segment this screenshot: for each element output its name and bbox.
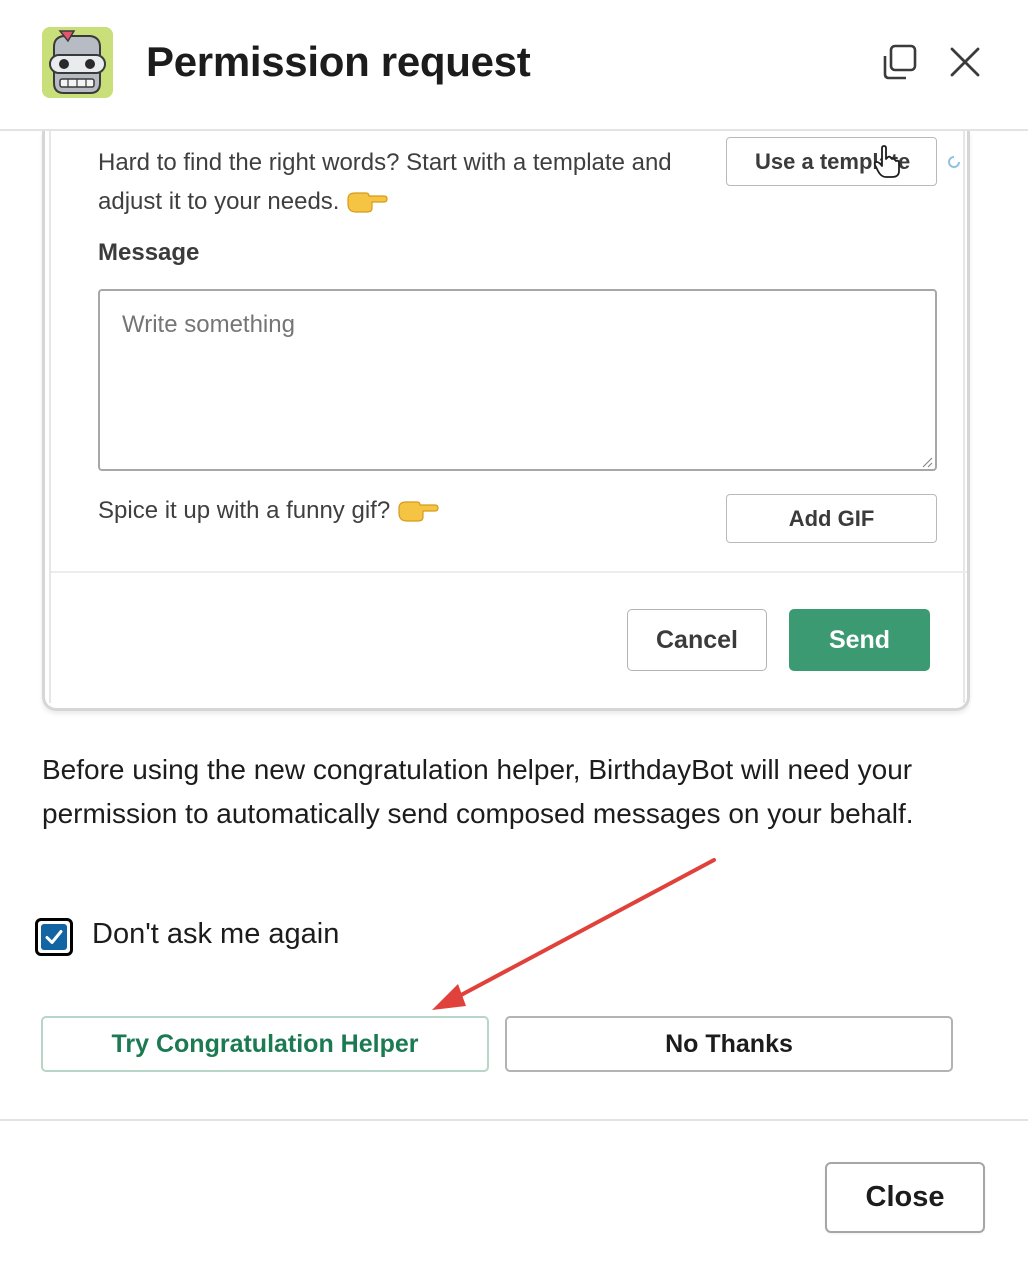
use-template-button[interactable]: Use a template	[726, 137, 937, 186]
close-icon[interactable]	[945, 42, 985, 82]
composer-panel: Hard to find the right words? Start with…	[49, 131, 967, 703]
close-button[interactable]: Close	[825, 1162, 985, 1233]
divider	[51, 571, 967, 573]
annotation-arrow-icon	[432, 858, 716, 1010]
loading-spinner-icon	[947, 155, 961, 169]
message-textarea[interactable]	[98, 289, 937, 471]
send-button[interactable]: Send	[789, 609, 930, 671]
permission-description: Before using the new congratulation help…	[42, 754, 914, 829]
dont-ask-checkbox[interactable]	[35, 918, 73, 956]
cancel-button[interactable]: Cancel	[627, 609, 767, 671]
embedded-composer-screenshot: Hard to find the right words? Start with…	[42, 131, 970, 711]
add-gif-button[interactable]: Add GIF	[726, 494, 937, 543]
try-congratulation-helper-button[interactable]: Try Congratulation Helper	[41, 1016, 489, 1072]
resize-grip-icon[interactable]	[921, 455, 933, 468]
gif-hint: Spice it up with a funny gif?	[98, 497, 439, 525]
template-hint: Hard to find the right words? Start with…	[98, 143, 698, 221]
robot-bot-icon	[42, 27, 113, 98]
pointing-hand-icon	[397, 498, 439, 522]
footer-divider	[0, 1119, 1028, 1121]
copy-icon[interactable]	[880, 42, 920, 82]
dont-ask-label[interactable]: Don't ask me again	[92, 918, 339, 951]
no-thanks-button[interactable]: No Thanks	[505, 1016, 953, 1072]
modal-header: Permission request	[0, 0, 1028, 131]
message-label: Message	[98, 239, 200, 266]
pointing-hand-icon	[346, 186, 388, 213]
page-title: Permission request	[146, 38, 531, 85]
gif-hint-text: Spice it up with a funny gif?	[98, 497, 391, 524]
checkbox-checked-icon	[41, 924, 67, 950]
hand-cursor-icon	[873, 145, 903, 179]
